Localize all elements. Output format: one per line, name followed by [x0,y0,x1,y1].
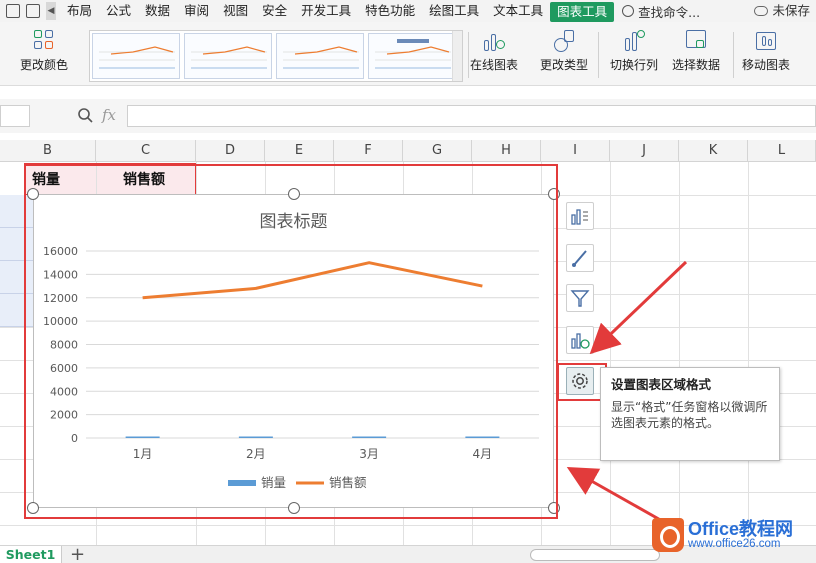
arrow-to-format-button [589,260,688,355]
office-logo-icon [652,518,684,552]
watermark: Office教程网 www.office26.com [648,512,816,560]
horizontal-scrollbar[interactable] [530,549,660,561]
annotation-arrows [566,260,688,524]
watermark-url: www.office26.com [688,538,781,550]
sheet-tab-sheet1[interactable]: Sheet1 [0,546,62,563]
add-sheet-icon[interactable]: + [70,544,85,563]
